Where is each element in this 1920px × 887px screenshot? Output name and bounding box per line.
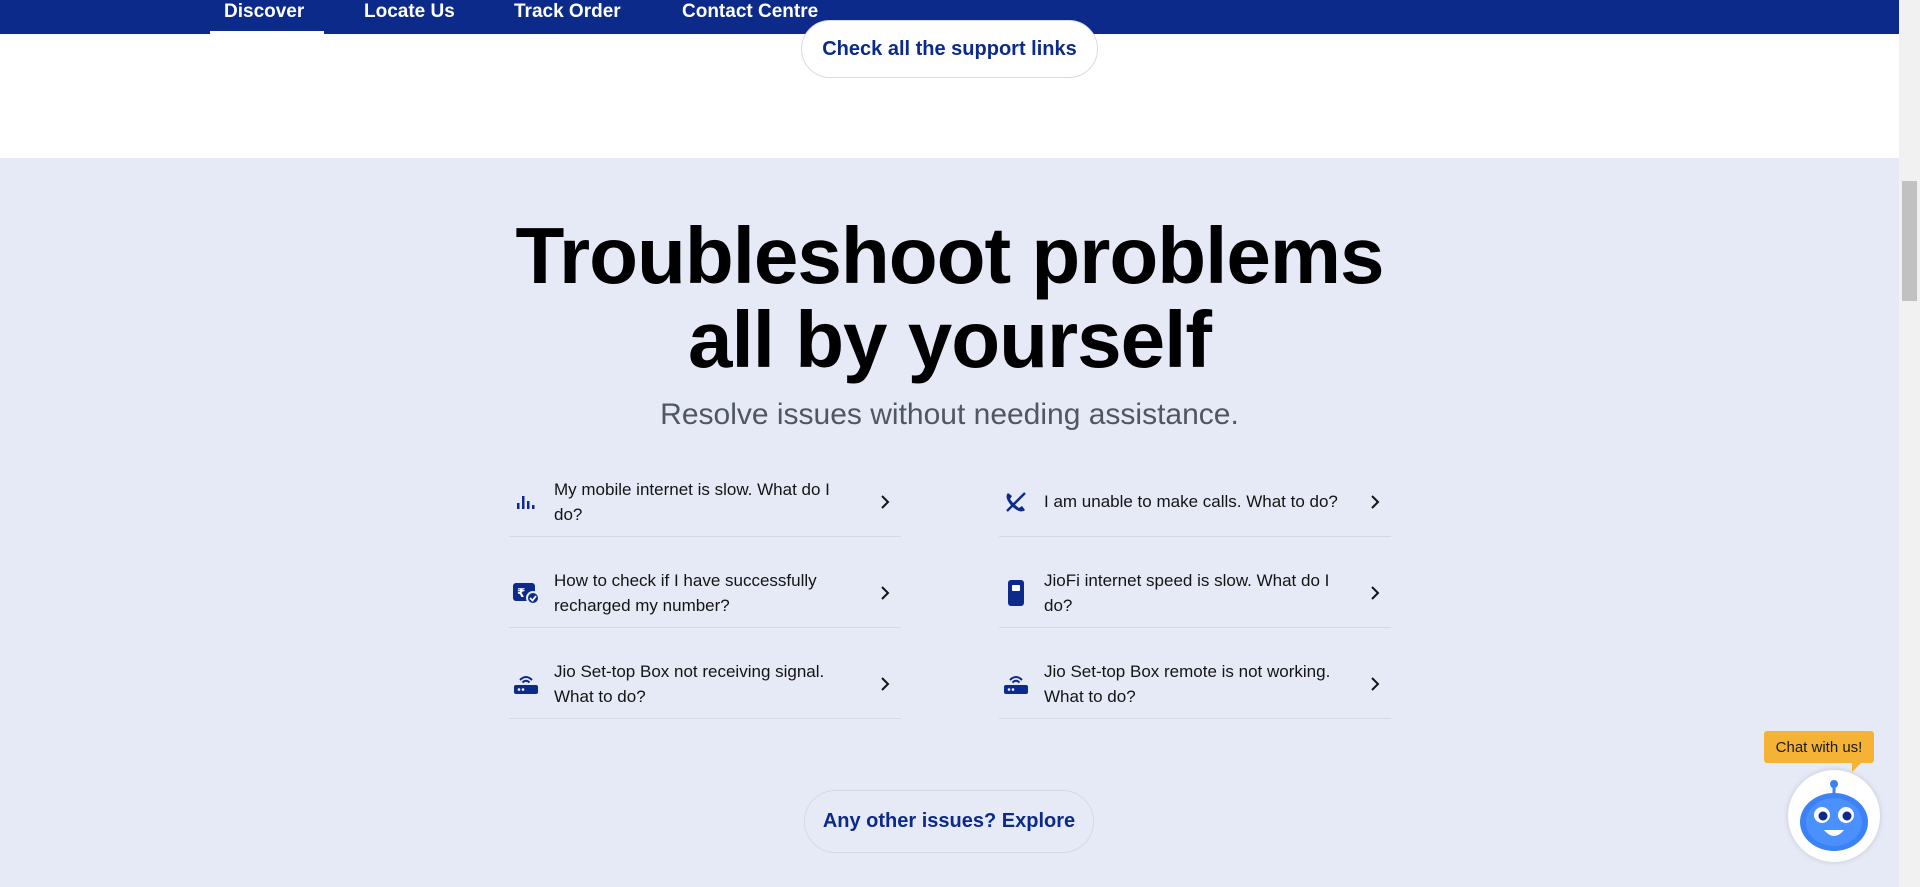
troubleshoot-title: Troubleshoot problems all by yourself	[0, 214, 1899, 382]
jiofi-device-icon	[1001, 578, 1031, 608]
page: Discover Locate Us Track Order Contact C…	[0, 0, 1899, 887]
explore-issues-button[interactable]: Any other issues? Explore	[804, 790, 1094, 853]
chevron-right-icon	[881, 585, 890, 600]
title-line-1: Troubleshoot problems	[515, 211, 1385, 300]
faq-item-label: JioFi internet speed is slow. What do I …	[1044, 570, 1330, 615]
faq-item-jiofi-speed-slow[interactable]: JioFi internet speed is slow. What do I …	[999, 558, 1391, 628]
faq-item-set-top-box-remote[interactable]: Jio Set-top Box remote is not working. W…	[999, 649, 1391, 719]
chat-tooltip[interactable]: Chat with us!	[1764, 731, 1874, 772]
support-links-button[interactable]: Check all the support links	[801, 20, 1098, 78]
nav-track-order[interactable]: Track Order	[500, 0, 635, 34]
nav-locate-us[interactable]: Locate Us	[350, 0, 469, 34]
page-scrollbar[interactable]	[1899, 0, 1920, 887]
call-blocked-icon	[1001, 487, 1031, 517]
faq-item-set-top-box-no-signal[interactable]: Jio Set-top Box not receiving signal. Wh…	[509, 649, 901, 719]
chevron-right-icon	[1371, 585, 1380, 600]
troubleshoot-subtitle: Resolve issues without needing assistanc…	[660, 398, 1239, 431]
chatbot-launcher[interactable]	[1788, 770, 1880, 862]
faq-item-label: My mobile internet is slow. What do I do…	[554, 479, 830, 524]
chevron-right-icon	[1371, 494, 1380, 509]
faq-item-label: Jio Set-top Box remote is not working. W…	[1044, 661, 1331, 706]
chevron-right-icon	[881, 494, 890, 509]
faq-item-label: How to check if I have successfully rech…	[554, 570, 817, 615]
robot-icon	[1800, 780, 1868, 851]
faq-item-label: Jio Set-top Box not receiving signal. Wh…	[554, 661, 825, 706]
set-top-box-icon	[1001, 669, 1031, 699]
faq-item-unable-to-make-calls[interactable]: I am unable to make calls. What to do?	[999, 467, 1391, 537]
scrollbar-thumb[interactable]	[1902, 181, 1917, 301]
svg-text:₹: ₹	[517, 586, 525, 600]
nav-discover[interactable]: Discover	[210, 0, 324, 34]
recharge-check-icon: ₹	[511, 578, 541, 608]
chevron-right-icon	[1371, 676, 1380, 691]
troubleshoot-section: Troubleshoot problems all by yourself Re…	[0, 158, 1899, 887]
faq-item-mobile-internet-slow[interactable]: My mobile internet is slow. What do I do…	[509, 467, 901, 537]
faq-item-recharge-check[interactable]: ₹ How to check if I have successfully re…	[509, 558, 901, 628]
signal-bars-icon	[511, 487, 541, 517]
set-top-box-icon	[511, 669, 541, 699]
title-line-2: all by yourself	[688, 295, 1212, 384]
faq-item-label: I am unable to make calls. What to do?	[1044, 492, 1338, 511]
chevron-right-icon	[881, 676, 890, 691]
